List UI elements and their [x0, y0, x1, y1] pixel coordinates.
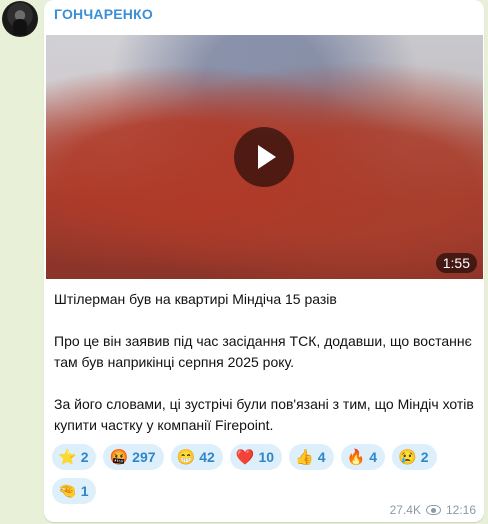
reaction-star[interactable]: ⭐ 2	[52, 444, 97, 470]
video-preview[interactable]: 1:55	[46, 35, 483, 279]
message-bubble: ГОНЧАРЕНКО 1:55 Штілерман був на квартир…	[44, 0, 484, 522]
reaction-heart[interactable]: ❤️ 10	[229, 444, 283, 470]
star-icon: ⭐	[58, 448, 77, 466]
reaction-count: 297	[132, 449, 156, 465]
reaction-count: 2	[80, 449, 89, 465]
reaction-count: 4	[317, 449, 326, 465]
reaction-count: 2	[420, 449, 429, 465]
view-count: 27.4K	[389, 503, 421, 517]
message-time: 12:16	[445, 503, 476, 517]
message-headline: Штілерман був на квартирі Міндіча 15 раз…	[54, 291, 337, 307]
cursing-face-icon: 🤬	[109, 448, 129, 466]
reaction-thumbs-up[interactable]: 👍 4	[289, 444, 334, 470]
grin-icon: 😁	[176, 448, 196, 466]
reaction-crying-face[interactable]: 😢 2	[392, 444, 437, 470]
message-paragraph: За його словами, ці зустрічі були пов'яз…	[54, 396, 474, 433]
reaction-fire[interactable]: 🔥 4	[340, 444, 386, 470]
reaction-count: 1	[80, 483, 89, 499]
eye-icon	[425, 505, 441, 515]
crying-face-icon: 😢	[398, 448, 417, 466]
heart-icon: ❤️	[235, 448, 255, 466]
reaction-grin[interactable]: 😁 42	[170, 444, 223, 470]
thumbs-up-icon: 👍	[295, 448, 314, 466]
fire-icon: 🔥	[346, 448, 366, 466]
author-name[interactable]: ГОНЧАРЕНКО	[54, 6, 153, 22]
reaction-pinching-hand[interactable]: 🤏 1	[52, 478, 97, 504]
reaction-count: 4	[369, 449, 378, 465]
message-text: Штілерман був на квартирі Міндіча 15 раз…	[54, 289, 474, 436]
video-duration: 1:55	[435, 253, 477, 273]
message-meta: 27.4K 12:16	[390, 503, 476, 517]
reaction-count: 10	[258, 449, 275, 465]
play-icon[interactable]	[234, 127, 294, 187]
pinching-hand-icon: 🤏	[58, 482, 77, 500]
channel-avatar[interactable]	[2, 1, 38, 37]
message-paragraph: Про це він заявив під час засідання ТСК,…	[54, 333, 472, 370]
reactions-bar: ⭐ 2 🤬 297 😁 42 ❤️ 10 👍 4 🔥 4 😢 2 🤏 1	[52, 444, 472, 504]
reaction-count: 42	[199, 449, 215, 465]
reaction-cursing-face[interactable]: 🤬 297	[103, 444, 164, 470]
